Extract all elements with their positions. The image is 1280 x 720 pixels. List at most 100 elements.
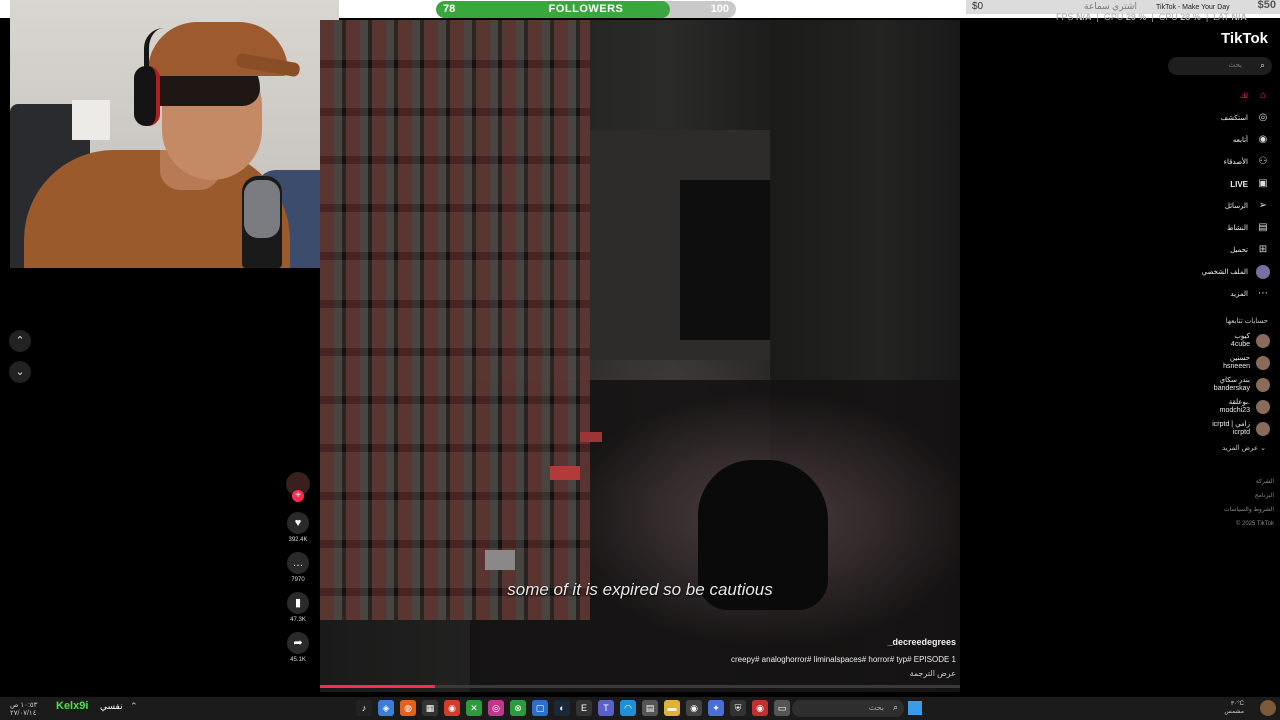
footer-program-link[interactable]: البرنامج bbox=[1224, 489, 1274, 503]
heart-icon[interactable]: ♥ bbox=[287, 512, 309, 534]
shield-app-icon[interactable]: ⛨ bbox=[730, 700, 746, 716]
sidebar-item-label: الأصدقاء bbox=[1223, 159, 1248, 166]
video-progress-fill bbox=[320, 685, 436, 688]
video-subtitle: some of it is expired so be cautious bbox=[507, 580, 773, 599]
video-author[interactable]: _decreedegrees bbox=[731, 637, 956, 647]
firefox-icon[interactable]: ◍ bbox=[400, 700, 416, 716]
comment-icon[interactable]: … bbox=[287, 552, 309, 574]
previous-video-button[interactable]: ⌃ bbox=[9, 330, 31, 352]
streamer-name-suffix: نفسي bbox=[100, 701, 123, 711]
sidebar-item-0[interactable]: لك ⌂ bbox=[1150, 85, 1270, 107]
sidebar-item-1[interactable]: استكشف ◎ bbox=[1150, 107, 1270, 129]
search-icon: ⌕ bbox=[892, 702, 898, 712]
scene-doorway bbox=[680, 180, 770, 340]
steam-icon[interactable]: ◐ bbox=[554, 700, 570, 716]
footer-terms-link[interactable]: الشروط والسياسات bbox=[1224, 503, 1274, 517]
obs-icon[interactable]: ◉ bbox=[686, 700, 702, 716]
scene-litter bbox=[580, 432, 602, 442]
share-icon[interactable]: ➦ bbox=[287, 632, 309, 654]
weather-widget[interactable]: ٣٠°C مشمس bbox=[1224, 700, 1244, 716]
performance-stats: FPS N/A | GPU 29 % | CPU 28 % | LAT N/A bbox=[1056, 12, 1247, 22]
followed-account[interactable]: بندر سكاي banderskay bbox=[1150, 374, 1270, 396]
sidebar-item-icon: ◎ bbox=[1258, 112, 1268, 123]
like-count: 392.4K bbox=[288, 537, 308, 543]
epic-icon[interactable]: E bbox=[576, 700, 592, 716]
headphone-cup bbox=[134, 66, 160, 126]
footer-company-link[interactable]: الشركة bbox=[1224, 475, 1274, 489]
action-rail: + ♥ 392.4K … 7970 ▮ 47.3K ➦ 45.1K bbox=[284, 472, 312, 672]
start-button[interactable] bbox=[908, 701, 922, 715]
followed-account-handle: 4cube bbox=[1230, 341, 1250, 348]
followed-account-name: بندر سكاي bbox=[1219, 377, 1250, 384]
streamer-name: Kelx9i bbox=[56, 700, 89, 712]
bookmark-icon[interactable]: ▮ bbox=[287, 592, 309, 614]
chrome-icon[interactable]: ◉ bbox=[444, 700, 460, 716]
sidebar-item-icon: ⋯ bbox=[1258, 288, 1268, 299]
follow-button[interactable]: + bbox=[292, 490, 304, 502]
lat-value: N/A bbox=[1231, 12, 1247, 22]
sidebar-nav: لك ⌂ استكشف ◎ أتابعه ◉ الأصدقاء ⚇ LIVE ▣ الرسائل ➢ ا… bbox=[1150, 85, 1270, 305]
followed-account-name: حسنين bbox=[1229, 355, 1250, 362]
desktop-icon[interactable]: ▭ bbox=[774, 700, 790, 716]
followed-account-text: icrptd | زامي icrptd bbox=[1212, 421, 1250, 437]
taskbar-search-placeholder: بحث bbox=[868, 703, 884, 712]
folder-icon[interactable]: ▬ bbox=[664, 700, 680, 716]
search-placeholder: بحث bbox=[1228, 62, 1242, 69]
see-more-label: عرض المزيد bbox=[1222, 445, 1259, 452]
gpu-value: 29 % bbox=[1125, 12, 1147, 22]
donation-text: اشتري سماعة bbox=[1084, 1, 1137, 11]
browser-icon[interactable]: ◈ bbox=[378, 700, 394, 716]
teams-icon[interactable]: T bbox=[598, 700, 614, 716]
followed-account[interactable]: icrptd | زامي icrptd bbox=[1150, 418, 1270, 440]
sidebar-item-9[interactable]: المزيد ⋯ bbox=[1150, 283, 1270, 305]
followed-account[interactable]: بوعلقة. modchi23 bbox=[1150, 396, 1270, 418]
copilot-icon[interactable]: ✦ bbox=[708, 700, 724, 716]
microphone-grill bbox=[244, 180, 280, 238]
sidebar-item-6[interactable]: النشاط ▤ bbox=[1150, 217, 1270, 239]
sidebar-item-3[interactable]: الأصدقاء ⚇ bbox=[1150, 151, 1270, 173]
taskbar-search[interactable]: بحث ⌕ bbox=[792, 700, 904, 717]
see-more-button[interactable]: عرض المزيد ⌄ bbox=[1222, 444, 1266, 452]
taskbar-date: ٢٧/٠٧/١٤ bbox=[10, 710, 37, 717]
record-icon[interactable]: ◉ bbox=[752, 700, 768, 716]
sidebar-item-5[interactable]: الرسائل ➢ bbox=[1150, 195, 1270, 217]
search-input[interactable]: بحث ⌕ bbox=[1168, 57, 1272, 75]
instagram-icon[interactable]: ◎ bbox=[488, 700, 504, 716]
widgets-icon[interactable]: ▤ bbox=[642, 700, 658, 716]
avatar bbox=[1256, 378, 1270, 392]
app-xbox-icon[interactable]: ⊗ bbox=[510, 700, 526, 716]
sidebar-item-icon: ▤ bbox=[1258, 222, 1268, 233]
search-icon[interactable]: ⌕ bbox=[1260, 60, 1265, 71]
store-icon[interactable]: ▢ bbox=[532, 700, 548, 716]
followed-account[interactable]: حسنين hsneeen bbox=[1150, 352, 1270, 374]
sidebar-item-4[interactable]: LIVE ▣ bbox=[1150, 173, 1270, 195]
followed-account-text: حسنين hsneeen bbox=[1223, 355, 1250, 371]
following-accounts-title: حسابات تتابعها bbox=[1225, 318, 1268, 325]
video-progress-bar[interactable] bbox=[320, 685, 960, 688]
edge-icon[interactable]: ◠ bbox=[620, 700, 636, 716]
scene-litter bbox=[485, 550, 515, 570]
sidebar-item-label: المزيد bbox=[1230, 291, 1248, 298]
sidebar-item-8[interactable]: الملف الشخصي bbox=[1150, 261, 1270, 283]
avatar bbox=[1256, 356, 1270, 370]
see-translation-link[interactable]: عرض الترجمة bbox=[731, 669, 956, 678]
sidebar-item-icon: ➢ bbox=[1258, 200, 1268, 211]
tiktok-logo[interactable]: TikTok bbox=[1221, 30, 1268, 47]
next-video-button[interactable]: ⌄ bbox=[9, 361, 31, 383]
comment-count: 7970 bbox=[291, 577, 305, 583]
xbox-icon[interactable]: ✕ bbox=[466, 700, 482, 716]
sidebar-item-7[interactable]: تحميل ⊞ bbox=[1150, 239, 1270, 261]
followed-account-text: كيوب 4cube bbox=[1231, 333, 1250, 349]
windows-taskbar: ١٠:٥٣ ص ٢٧/٠٧/١٤ Kelx9i نفسي ⌃ ♪ ◈ ◍ ▦ ◉ ✕ ◎ ⊗ ▢… bbox=[0, 697, 1280, 720]
followed-account[interactable]: كيوب 4cube bbox=[1150, 330, 1270, 352]
cpu-monitor-icon[interactable]: ▦ bbox=[422, 700, 438, 716]
tray-expand-icon[interactable]: ⌃ bbox=[130, 701, 138, 712]
sidebar-item-icon: ▣ bbox=[1258, 178, 1268, 189]
sidebar-item-2[interactable]: أتابعه ◉ bbox=[1150, 129, 1270, 151]
tiktok-app-icon[interactable]: ♪ bbox=[356, 700, 372, 716]
followers-goal-bar: 78 FOLLOWERS 100 bbox=[436, 1, 736, 18]
fps-value: N/A bbox=[1076, 12, 1092, 22]
webcam-feed bbox=[10, 0, 339, 268]
sidebar-item-icon: ⊞ bbox=[1258, 244, 1268, 255]
taskbar-clock[interactable]: ١٠:٥٣ ص ٢٧/٠٧/١٤ bbox=[10, 701, 37, 717]
